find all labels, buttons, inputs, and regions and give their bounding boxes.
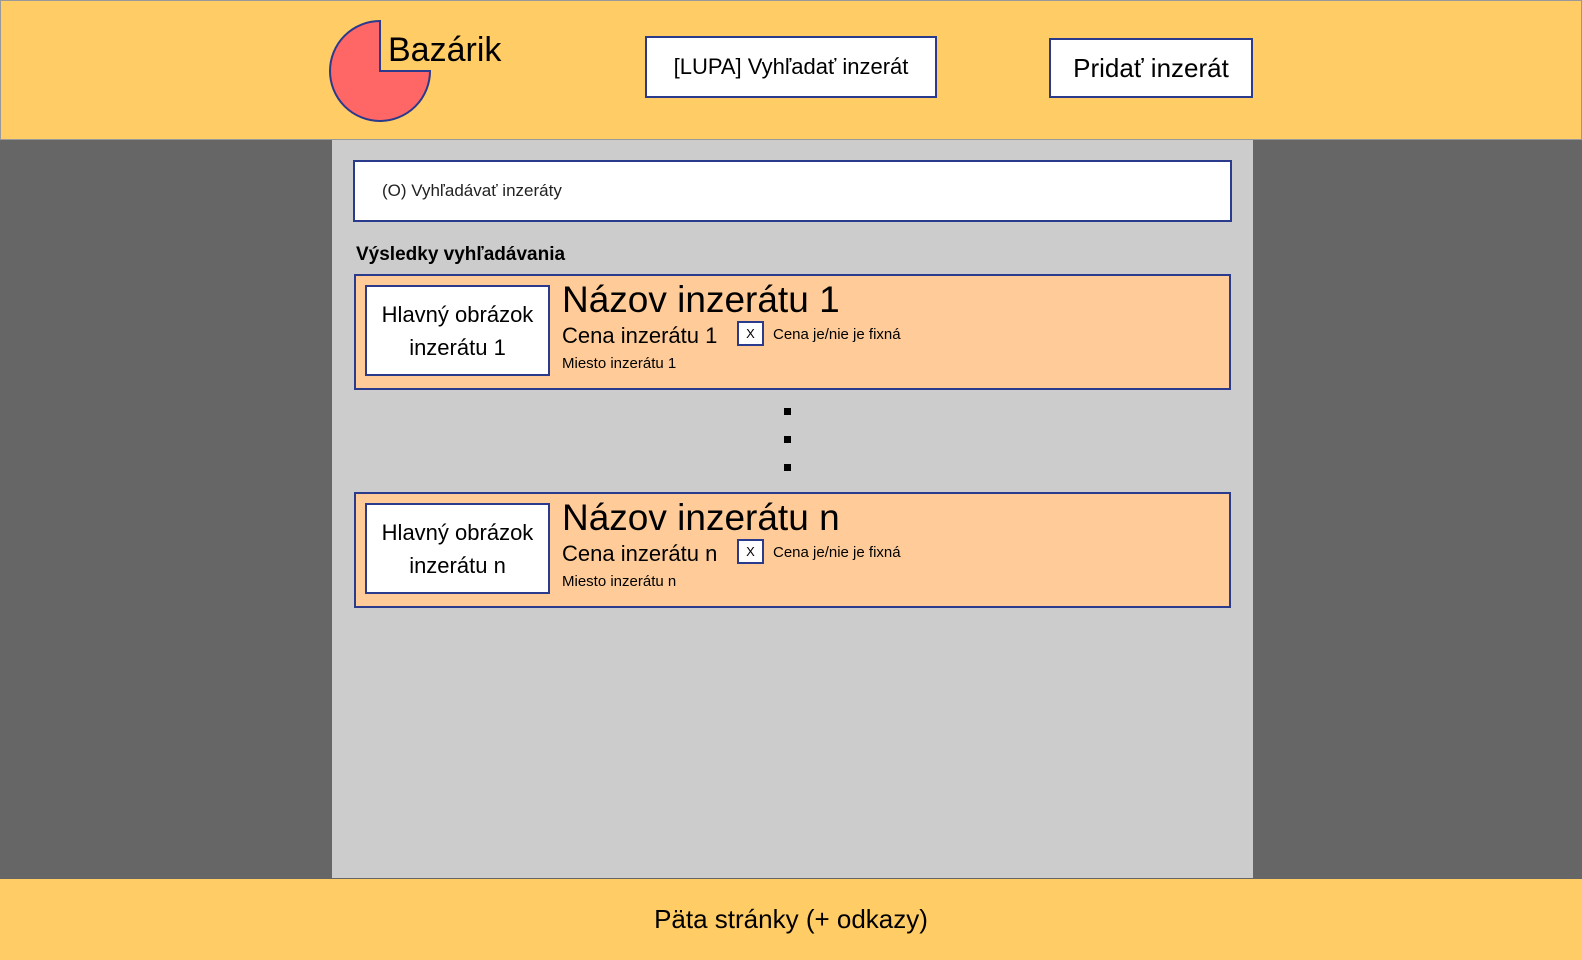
price-fixed-label: Cena je/nie je fixná [773, 544, 901, 561]
ad-main-image[interactable]: Hlavný obrázok inzerátu 1 [365, 285, 550, 376]
ad-location: Miesto inzerátu 1 [562, 355, 677, 372]
ad-price: Cena inzerátu 1 [562, 323, 718, 348]
brand-name[interactable]: Bazárik [388, 31, 501, 70]
search-input[interactable]: (O) Vyhľadávať inzeráty [353, 160, 1232, 222]
ad-title[interactable]: Názov inzerátu n [562, 497, 840, 539]
main-content: (O) Vyhľadávať inzeráty Výsledky vyhľadá… [332, 140, 1253, 878]
ad-location: Miesto inzerátu n [562, 573, 677, 590]
ad-card[interactable]: Hlavný obrázok inzerátu n Názov inzerátu… [354, 492, 1231, 608]
price-fixed-checkbox[interactable]: X [737, 321, 764, 346]
more-results-ellipsis [784, 408, 791, 492]
add-ad-button[interactable]: Pridať inzerát [1049, 38, 1253, 98]
ad-price: Cena inzerátu n [562, 541, 718, 566]
ad-card[interactable]: Hlavný obrázok inzerátu 1 Názov inzerátu… [354, 274, 1231, 390]
price-fixed-label: Cena je/nie je fixná [773, 326, 901, 343]
price-fixed-checkbox[interactable]: X [737, 539, 764, 564]
search-ad-button[interactable]: [LUPA] Vyhľadať inzerát [645, 36, 937, 98]
footer-text[interactable]: Päta stránky (+ odkazy) [654, 904, 928, 935]
header: Bazárik [LUPA] Vyhľadať inzerát Pridať i… [0, 0, 1582, 140]
footer: Päta stránky (+ odkazy) [0, 879, 1582, 960]
ad-title[interactable]: Názov inzerátu 1 [562, 279, 840, 321]
ad-main-image[interactable]: Hlavný obrázok inzerátu n [365, 503, 550, 594]
results-heading: Výsledky vyhľadávania [356, 244, 566, 265]
